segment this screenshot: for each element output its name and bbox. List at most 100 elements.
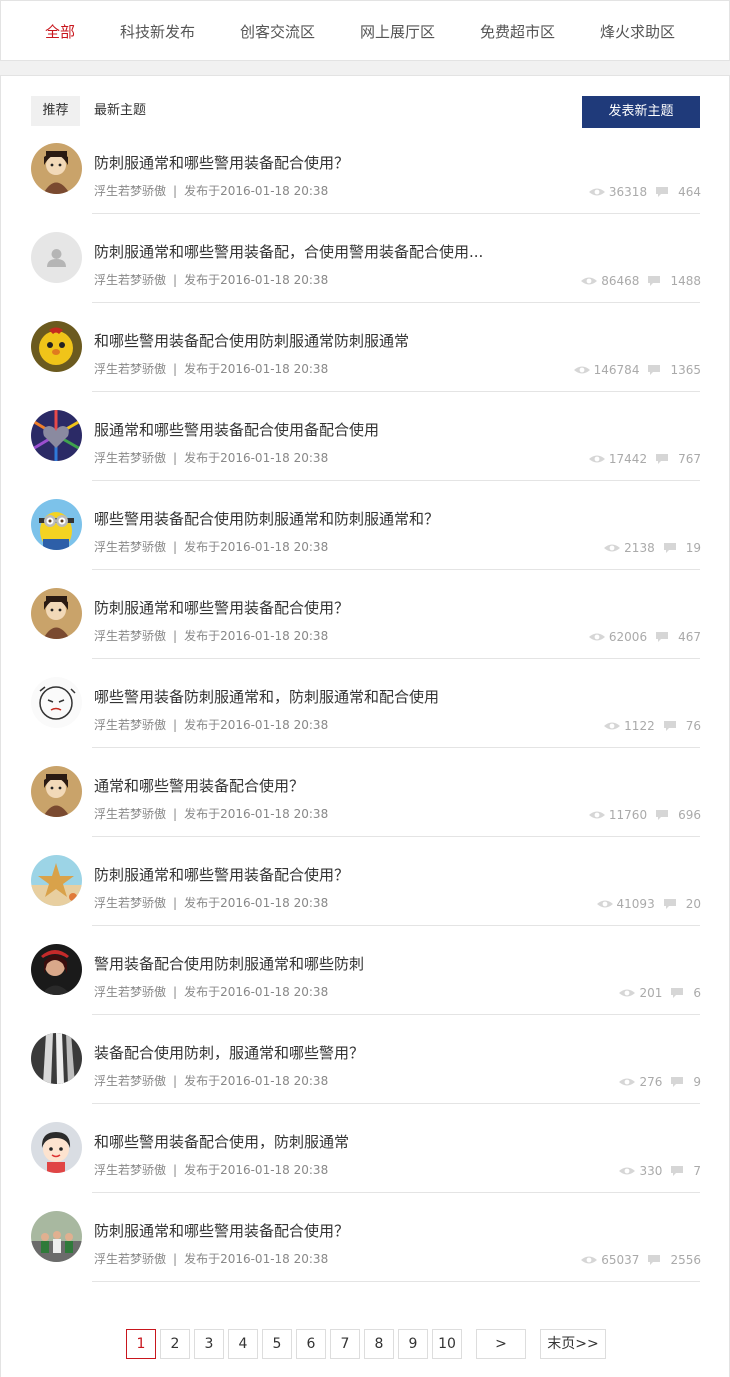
user-avatar[interactable] [31, 944, 82, 995]
author-name[interactable]: 浮生若梦骄傲 [94, 1074, 166, 1088]
user-avatar[interactable] [31, 855, 82, 906]
next-page-button[interactable]: > [476, 1329, 526, 1359]
topic-title[interactable]: 防刺服通常和哪些警用装备配合使用？ [94, 597, 349, 618]
view-count: 201 [639, 986, 663, 1000]
page-6-button[interactable]: 6 [296, 1329, 326, 1359]
topic-title[interactable]: 防刺服通常和哪些警用装备配，合使用警用装备配合使用... [94, 241, 483, 262]
author-name[interactable]: 浮生若梦骄傲 [94, 985, 166, 999]
topic-row[interactable]: 通常和哪些警用装备配合使用？ 浮生若梦骄傲 | 发布于2016-01-18 20:3… [1, 766, 730, 855]
topic-title[interactable]: 装备配合使用防刺，服通常和哪些警用？ [94, 1042, 364, 1063]
top-category-nav: 全部 科技新发布 创客交流区 网上展厅区 免费超市区 烽火求助区 [0, 0, 730, 61]
view-count: 36318 [608, 185, 648, 199]
nav-item-maker-exchange[interactable]: 创客交流区 [240, 21, 315, 42]
tab-latest[interactable]: 最新主题 [94, 96, 146, 126]
eye-icon [604, 544, 621, 552]
author-name[interactable]: 浮生若梦骄傲 [94, 362, 166, 376]
user-avatar[interactable] [31, 499, 82, 550]
nav-item-help[interactable]: 烽火求助区 [600, 21, 675, 42]
topic-row[interactable]: 防刺服通常和哪些警用装备配合使用？ 浮生若梦骄傲 | 发布于2016-01-18 2… [1, 1211, 730, 1300]
user-avatar[interactable] [31, 1033, 82, 1084]
author-name[interactable]: 浮生若梦骄傲 [94, 718, 166, 732]
topic-title[interactable]: 和哪些警用装备配合使用，防刺服通常 [94, 1131, 349, 1152]
nav-item-tech-release[interactable]: 科技新发布 [120, 21, 195, 42]
topic-meta: 浮生若梦骄傲 | 发布于2016-01-18 20:38 [94, 360, 328, 377]
post-time: 发布于2016-01-18 20:38 [184, 362, 329, 376]
topic-row[interactable]: 哪些警用装备防刺服通常和，防刺服通常和配合使用 浮生若梦骄傲 | 发布于2016-0… [1, 677, 730, 766]
author-name[interactable]: 浮生若梦骄傲 [94, 540, 166, 554]
page-8-button[interactable]: 8 [364, 1329, 394, 1359]
author-name[interactable]: 浮生若梦骄傲 [94, 451, 166, 465]
tab-recommend[interactable]: 推荐 [31, 96, 80, 126]
topic-title[interactable]: 防刺服通常和哪些警用装备配合使用？ [94, 1220, 349, 1241]
topic-stats: 86468 1488 [581, 274, 701, 288]
topic-row[interactable]: 服通常和哪些警用装备配合使用备配合使用 浮生若梦骄傲 | 发布于2016-01-18… [1, 410, 730, 499]
topic-row[interactable]: 装备配合使用防刺，服通常和哪些警用？ 浮生若梦骄傲 | 发布于2016-01-18 … [1, 1033, 730, 1122]
meta-separator: | [173, 1252, 178, 1266]
nav-item-all[interactable]: 全部 [45, 21, 75, 42]
topic-row[interactable]: 防刺服通常和哪些警用装备配，合使用警用装备配合使用... 浮生若梦骄傲 | 发布于2… [1, 232, 730, 321]
author-name[interactable]: 浮生若梦骄傲 [94, 807, 166, 821]
nav-item-free-market[interactable]: 免费超市区 [480, 21, 555, 42]
topic-title[interactable]: 防刺服通常和哪些警用装备配合使用？ [94, 152, 349, 173]
eye-icon [588, 455, 605, 463]
topic-title[interactable]: 通常和哪些警用装备配合使用？ [94, 775, 304, 796]
page-3-button[interactable]: 3 [194, 1329, 224, 1359]
author-name[interactable]: 浮生若梦骄傲 [94, 896, 166, 910]
row-divider [92, 569, 700, 570]
topic-stats: 41093 20 [596, 897, 701, 911]
topic-row[interactable]: 和哪些警用装备配合使用防刺服通常防刺服通常 浮生若梦骄傲 | 发布于2016-01-… [1, 321, 730, 410]
page-7-button[interactable]: 7 [330, 1329, 360, 1359]
user-avatar[interactable] [31, 766, 82, 817]
author-name[interactable]: 浮生若梦骄傲 [94, 184, 166, 198]
nav-item-online-showroom[interactable]: 网上展厅区 [360, 21, 435, 42]
post-time: 发布于2016-01-18 20:38 [184, 807, 329, 821]
row-divider [92, 1192, 700, 1193]
topic-title[interactable]: 警用装备配合使用防刺服通常和哪些防刺 [94, 953, 364, 974]
page-10-button[interactable]: 10 [432, 1329, 462, 1359]
row-divider [92, 1281, 700, 1282]
author-name[interactable]: 浮生若梦骄傲 [94, 629, 166, 643]
topic-row[interactable]: 和哪些警用装备配合使用，防刺服通常 浮生若梦骄傲 | 发布于2016-01-18 2… [1, 1122, 730, 1211]
user-avatar[interactable] [31, 232, 82, 283]
topic-title[interactable]: 和哪些警用装备配合使用防刺服通常防刺服通常 [94, 330, 409, 351]
page-4-button[interactable]: 4 [228, 1329, 258, 1359]
page-1-button[interactable]: 1 [126, 1329, 156, 1359]
topic-title[interactable]: 哪些警用装备配合使用防刺服通常和防刺服通常和？ [94, 508, 439, 529]
meta-separator: | [173, 629, 178, 643]
user-avatar[interactable] [31, 677, 82, 728]
topic-title[interactable]: 防刺服通常和哪些警用装备配合使用？ [94, 864, 349, 885]
author-name[interactable]: 浮生若梦骄傲 [94, 1252, 166, 1266]
user-avatar[interactable] [31, 410, 82, 461]
user-avatar[interactable] [31, 321, 82, 372]
post-new-topic-button[interactable]: 发表新主题 [582, 96, 700, 128]
topic-row[interactable]: 警用装备配合使用防刺服通常和哪些防刺 浮生若梦骄傲 | 发布于2016-01-18 … [1, 944, 730, 1033]
comment-icon [656, 454, 669, 464]
topic-row[interactable]: 防刺服通常和哪些警用装备配合使用？ 浮生若梦骄傲 | 发布于2016-01-18 2… [1, 143, 730, 232]
author-name[interactable]: 浮生若梦骄傲 [94, 273, 166, 287]
post-time: 发布于2016-01-18 20:38 [184, 1163, 329, 1177]
meta-separator: | [173, 451, 178, 465]
comment-icon [656, 632, 669, 642]
last-page-button[interactable]: 末页>> [540, 1329, 606, 1359]
user-avatar[interactable] [31, 588, 82, 639]
user-avatar[interactable] [31, 143, 82, 194]
post-time: 发布于2016-01-18 20:38 [184, 718, 329, 732]
topic-stats: 36318 464 [588, 185, 701, 199]
topic-title[interactable]: 服通常和哪些警用装备配合使用备配合使用 [94, 419, 379, 440]
user-avatar[interactable] [31, 1211, 82, 1262]
topic-stats: 11760 696 [588, 808, 701, 822]
eye-icon [588, 633, 605, 641]
meta-separator: | [173, 540, 178, 554]
topic-row[interactable]: 防刺服通常和哪些警用装备配合使用？ 浮生若梦骄傲 | 发布于2016-01-18 2… [1, 855, 730, 944]
topic-row[interactable]: 防刺服通常和哪些警用装备配合使用？ 浮生若梦骄傲 | 发布于2016-01-18 2… [1, 588, 730, 677]
post-time: 发布于2016-01-18 20:38 [184, 1074, 329, 1088]
page-2-button[interactable]: 2 [160, 1329, 190, 1359]
topic-title[interactable]: 哪些警用装备防刺服通常和，防刺服通常和配合使用 [94, 686, 439, 707]
page-9-button[interactable]: 9 [398, 1329, 428, 1359]
topic-row[interactable]: 哪些警用装备配合使用防刺服通常和防刺服通常和？ 浮生若梦骄傲 | 发布于2016-0… [1, 499, 730, 588]
eye-icon [573, 366, 590, 374]
page-5-button[interactable]: 5 [262, 1329, 292, 1359]
author-name[interactable]: 浮生若梦骄傲 [94, 1163, 166, 1177]
topic-stats: 146784 1365 [573, 363, 701, 377]
user-avatar[interactable] [31, 1122, 82, 1173]
